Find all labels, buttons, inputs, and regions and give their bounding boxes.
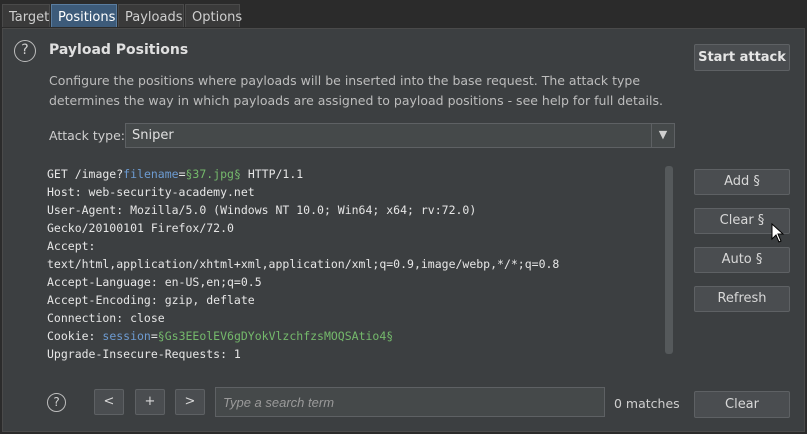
request-text: Connection: close bbox=[47, 311, 165, 325]
request-text: Gecko/20100101 Firefox/72.0 bbox=[47, 221, 234, 235]
tab-bar: Target Positions Payloads Options bbox=[0, 0, 807, 28]
tab-target[interactable]: Target bbox=[2, 4, 50, 27]
request-line: Upgrade-Insecure-Requests: 1 bbox=[47, 345, 665, 363]
request-text: GET /image? bbox=[47, 167, 124, 181]
parameter-name: filename bbox=[123, 167, 179, 181]
request-line: Accept-Encoding: gzip, deflate bbox=[47, 291, 665, 309]
payload-positions-panel: ? Payload Positions Configure the positi… bbox=[2, 28, 805, 432]
help-icon[interactable]: ? bbox=[14, 40, 36, 62]
tab-options[interactable]: Options bbox=[185, 4, 242, 27]
attack-type-label: Attack type: bbox=[49, 128, 126, 143]
parameter-name: session bbox=[102, 329, 151, 343]
request-line: Accept-Language: en-US,en;q=0.5 bbox=[47, 273, 665, 291]
request-line: Accept: bbox=[47, 237, 665, 255]
request-line: User-Agent: Mozilla/5.0 (Windows NT 10.0… bbox=[47, 201, 665, 219]
add-search-option-button[interactable]: + bbox=[135, 389, 165, 415]
refresh-button[interactable]: Refresh bbox=[694, 286, 790, 312]
request-text: HTTP/1.1 bbox=[240, 167, 304, 181]
request-line: Connection: close bbox=[47, 309, 665, 327]
payload-position: §Gs3EEolEV6gDYokVlzchfzsMOQSAtio4§ bbox=[157, 329, 394, 343]
request-text: User-Agent: Mozilla/5.0 (Windows NT 10.0… bbox=[47, 203, 477, 217]
search-input[interactable] bbox=[215, 387, 605, 417]
clear-search-button[interactable]: Clear bbox=[694, 391, 790, 418]
add-marker-button[interactable]: Add § bbox=[694, 169, 790, 195]
auto-markers-button[interactable]: Auto § bbox=[694, 247, 790, 273]
request-line: GET /image?filename=§37.jpg§ HTTP/1.1 bbox=[47, 165, 665, 183]
request-editor[interactable]: GET /image?filename=§37.jpg§ HTTP/1.1 Hos… bbox=[47, 165, 665, 361]
request-text: text/html,application/xhtml+xml,applicat… bbox=[47, 257, 560, 271]
request-text: = bbox=[178, 167, 186, 181]
attack-type-value: Sniper bbox=[132, 128, 174, 143]
editor-scrollbar[interactable] bbox=[665, 166, 673, 354]
request-text: Host: web-security-academy.net bbox=[47, 185, 255, 199]
request-text: Accept-Language: en-US,en;q=0.5 bbox=[47, 275, 262, 289]
previous-match-button[interactable]: < bbox=[94, 389, 124, 415]
panel-description: Configure the positions where payloads w… bbox=[49, 73, 663, 108]
page-title: Payload Positions bbox=[49, 42, 189, 58]
payload-position: §37.jpg§ bbox=[185, 167, 241, 181]
match-count: 0 matches bbox=[614, 396, 680, 411]
request-line: Host: web-security-academy.net bbox=[47, 183, 665, 201]
attack-type-select[interactable]: Sniper ▼ bbox=[125, 123, 675, 148]
next-match-button[interactable]: > bbox=[175, 389, 205, 415]
request-line: text/html,application/xhtml+xml,applicat… bbox=[47, 255, 665, 273]
dropdown-arrow-icon[interactable]: ▼ bbox=[651, 124, 674, 147]
request-line: Gecko/20100101 Firefox/72.0 bbox=[47, 219, 665, 237]
request-line: Cookie: session=§Gs3EEolEV6gDYokVlzchfzs… bbox=[47, 327, 665, 345]
search-help-icon[interactable]: ? bbox=[47, 393, 66, 412]
tab-payloads[interactable]: Payloads bbox=[118, 4, 184, 27]
start-attack-button[interactable]: Start attack bbox=[694, 44, 790, 71]
mouse-cursor-icon bbox=[771, 223, 785, 243]
request-text: Cookie: bbox=[47, 329, 103, 343]
request-text: Accept-Encoding: gzip, deflate bbox=[47, 293, 255, 307]
request-text: Accept: bbox=[47, 239, 96, 253]
tab-positions[interactable]: Positions bbox=[51, 4, 117, 27]
request-text: = bbox=[150, 329, 158, 343]
request-text: Upgrade-Insecure-Requests: 1 bbox=[47, 347, 241, 361]
